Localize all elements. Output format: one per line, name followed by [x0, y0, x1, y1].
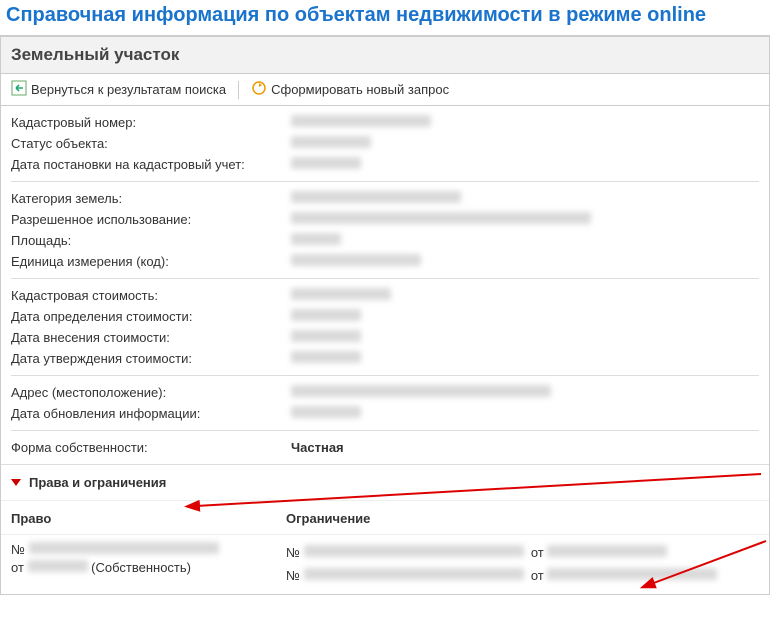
rights-col-right: Право — [11, 511, 286, 526]
section-identity: Кадастровый номер: Статус объекта: Дата … — [11, 106, 759, 182]
num-prefix: № — [286, 545, 300, 560]
chevron-down-icon — [11, 479, 21, 486]
back-button-label: Вернуться к результатам поиска — [31, 82, 226, 97]
cost-def-date-value — [291, 309, 759, 324]
num-prefix: № — [286, 568, 300, 583]
rights-col-restriction: Ограничение — [286, 511, 759, 526]
refresh-icon — [251, 80, 267, 99]
section-land: Категория земель: Разрешенное использова… — [11, 182, 759, 279]
update-date-value — [291, 406, 759, 421]
right-cell: № от (Собственность) — [11, 541, 286, 577]
ownership-type: (Собственность) — [91, 560, 191, 575]
cad-cost-value — [291, 288, 759, 303]
area-value — [291, 233, 759, 248]
toolbar-separator — [238, 81, 239, 99]
page-title: Справочная информация по объектам недвиж… — [0, 0, 772, 35]
cost-def-date-label: Дата определения стоимости: — [11, 309, 291, 324]
rights-table-header: Право Ограничение — [1, 500, 769, 534]
cad-number-label: Кадастровый номер: — [11, 115, 291, 130]
cad-cost-label: Кадастровая стоимость: — [11, 288, 291, 303]
from-prefix: от — [531, 545, 544, 560]
unit-label: Единица измерения (код): — [11, 254, 291, 269]
new-query-button[interactable]: Сформировать новый запрос — [251, 80, 449, 99]
restriction-cell: № от № от — [286, 541, 759, 588]
cost-entry-date-value — [291, 330, 759, 345]
toolbar: Вернуться к результатам поиска Сформиров… — [1, 74, 769, 106]
cost-appr-date-label: Дата утверждения стоимости: — [11, 351, 291, 366]
section-ownership: Форма собственности:Частная — [11, 431, 759, 464]
num-prefix: № — [11, 542, 25, 557]
usage-value — [291, 212, 759, 227]
usage-label: Разрешенное использование: — [11, 212, 291, 227]
from-prefix: от — [531, 568, 544, 583]
cost-appr-date-value — [291, 351, 759, 366]
cad-number-value — [291, 115, 759, 130]
address-value — [291, 385, 759, 400]
unit-value — [291, 254, 759, 269]
from-prefix: от — [11, 560, 24, 575]
info-panel: Земельный участок Вернуться к результата… — [0, 35, 770, 595]
status-value — [291, 136, 759, 151]
update-date-label: Дата обновления информации: — [11, 406, 291, 421]
address-label: Адрес (местоположение): — [11, 385, 291, 400]
category-value — [291, 191, 759, 206]
ownership-form-label: Форма собственности: — [11, 440, 291, 455]
rights-accordion-header[interactable]: Права и ограничения — [1, 464, 769, 500]
area-label: Площадь: — [11, 233, 291, 248]
rights-accordion-title: Права и ограничения — [29, 475, 166, 490]
cost-entry-date-label: Дата внесения стоимости: — [11, 330, 291, 345]
section-cost: Кадастровая стоимость: Дата определения … — [11, 279, 759, 376]
back-icon — [11, 80, 27, 99]
reg-date-value — [291, 157, 759, 172]
panel-header: Земельный участок — [1, 36, 769, 74]
rights-table-row: № от (Собственность) № от № от — [1, 534, 769, 594]
section-address: Адрес (местоположение): Дата обновления … — [11, 376, 759, 431]
status-label: Статус объекта: — [11, 136, 291, 151]
ownership-form-value: Частная — [291, 440, 759, 455]
reg-date-label: Дата постановки на кадастровый учет: — [11, 157, 291, 172]
new-query-button-label: Сформировать новый запрос — [271, 82, 449, 97]
back-button[interactable]: Вернуться к результатам поиска — [11, 80, 226, 99]
category-label: Категория земель: — [11, 191, 291, 206]
